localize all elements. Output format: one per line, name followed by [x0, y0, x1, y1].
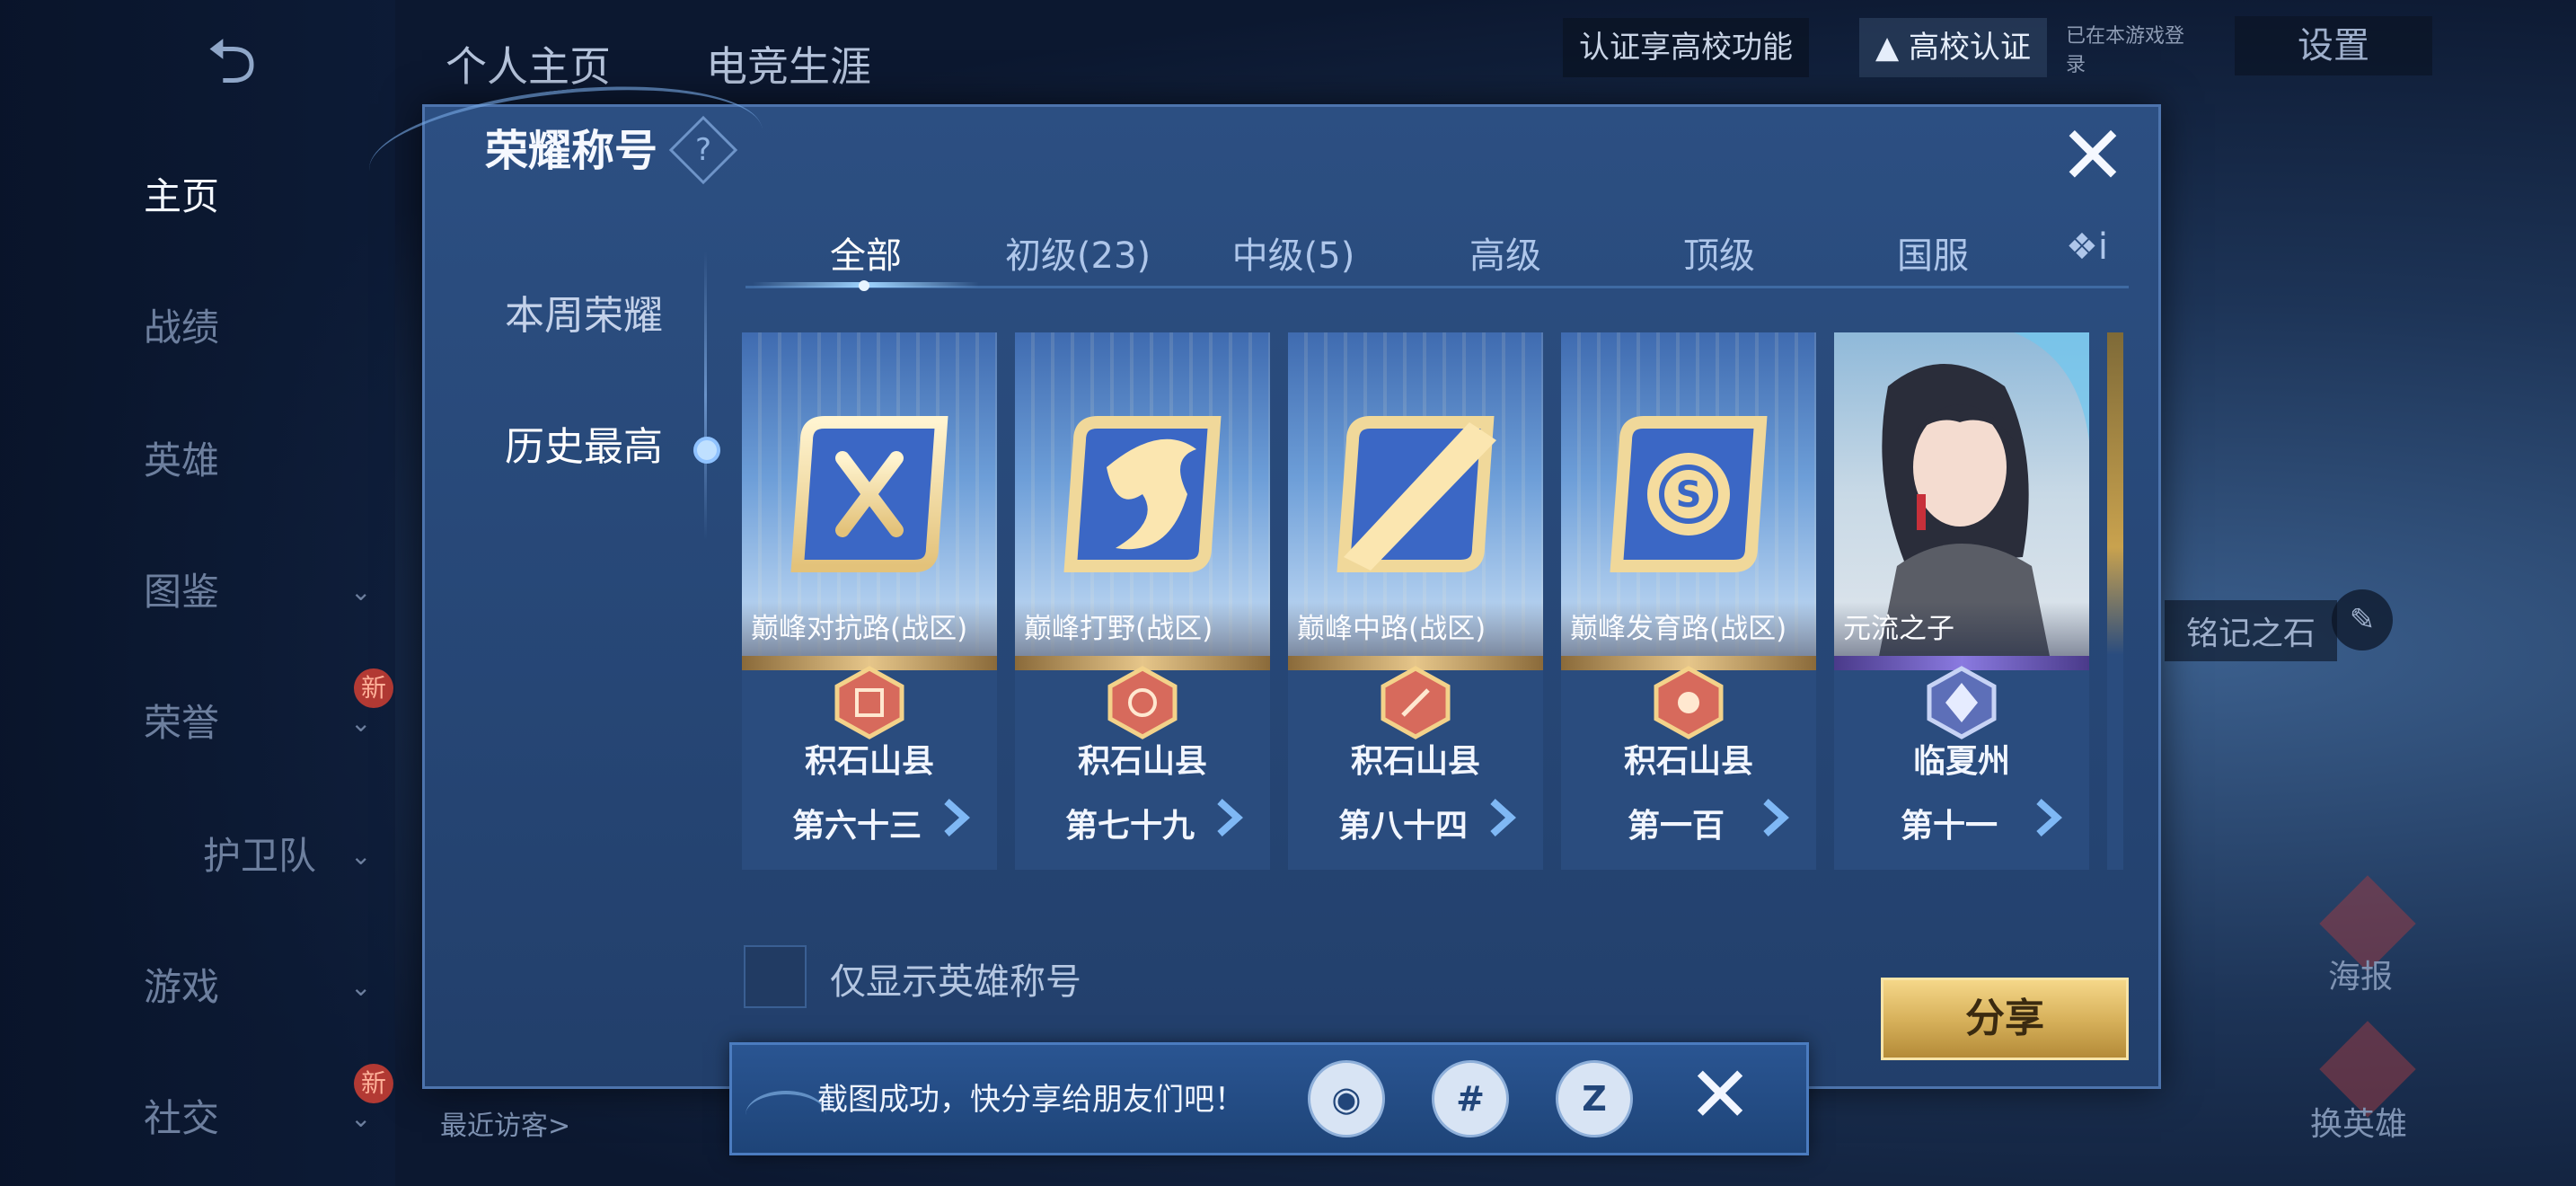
toast-close-icon[interactable]: ✕ — [1681, 1057, 1759, 1134]
nav-item-label: 主页 — [144, 174, 220, 218]
card-title-name: 巅峰发育路(战区) — [1561, 602, 1816, 656]
chevron-down-icon: ⌄ — [350, 972, 372, 1002]
nav-item-label: 游戏 — [144, 965, 220, 1009]
active-tab-marker-icon — [693, 437, 720, 464]
nav-item-guard-team[interactable]: 护卫队 ⌄ — [203, 825, 437, 888]
campus-cert-prompt: 认证享高校功能 — [1563, 18, 1809, 77]
badge-icon — [834, 666, 904, 739]
tab-junior[interactable]: 初级(23) — [988, 226, 1168, 279]
toast-swirl-decoration — [745, 1091, 826, 1139]
card-rank: 第七十九 — [1064, 808, 1195, 845]
title-card[interactable]: 巅峰中路(战区) 积石山县 第八十四 — [1288, 332, 1543, 870]
sword-emblem-icon — [790, 416, 948, 572]
wechat-icon[interactable]: # — [1432, 1060, 1509, 1137]
nav-item-games[interactable]: 游戏 ⌄ — [144, 956, 377, 1019]
hero-titles-only-checkbox[interactable] — [744, 945, 807, 1008]
chevron-right-icon[interactable] — [1484, 798, 1520, 837]
tab-esports-career[interactable]: 电竞生涯 — [706, 34, 871, 93]
poster-label: 海报 — [2328, 959, 2394, 996]
nav-item-social[interactable]: 社交 ⌄ — [144, 1087, 377, 1150]
card-title-name: 巅峰中路(战区) — [1288, 602, 1543, 656]
title-card[interactable]: 巅峰对抗路(战区) 积石山县 第六十三 — [742, 332, 997, 870]
tab-senior[interactable]: 高级 — [1416, 226, 1595, 279]
inscription-stone-label[interactable]: 铭记之石 — [2165, 600, 2338, 661]
nav-item-record[interactable]: 战绩 — [144, 296, 377, 359]
side-tab-label: 历史最高 — [505, 424, 663, 470]
share-label: 分享 — [1965, 996, 2044, 1041]
card-title-name: 巅峰打野(战区) — [1015, 602, 1270, 656]
card-rank: 第八十四 — [1337, 808, 1468, 845]
nav-item-label: 英雄 — [144, 438, 220, 482]
chevron-down-icon: ⌄ — [350, 577, 372, 606]
card-rank: 第十一 — [1900, 808, 1998, 845]
badge-icon — [1381, 666, 1451, 739]
change-hero-label: 换英雄 — [2310, 1106, 2408, 1143]
nav-item-label: 荣誉 — [144, 701, 220, 745]
new-badge: 新 — [354, 1064, 393, 1103]
qq-icon[interactable]: ◉ — [1308, 1060, 1385, 1137]
nav-item-label: 图鉴 — [144, 570, 220, 614]
campus-cert-label: 高校认证 — [1908, 30, 2031, 66]
new-badge: 新 — [354, 668, 393, 708]
card-title-name: 元流之子 — [1834, 602, 2089, 656]
card-title-name: 巅峰对抗路(战区) — [742, 602, 997, 656]
tab-intermediate[interactable]: 中级(5) — [1204, 226, 1383, 279]
share-button[interactable]: 分享 — [1881, 978, 2129, 1060]
side-divider — [704, 252, 707, 539]
side-tab-this-week[interactable]: 本周荣耀 — [467, 280, 701, 352]
online-status: 已在本游戏登录 — [2066, 25, 2185, 76]
svg-text:S: S — [1676, 474, 1702, 516]
campus-cert-button[interactable]: ▲ 高校认证 — [1859, 18, 2047, 77]
title-card[interactable]: 巅峰打野(战区) 积石山县 第七十九 — [1015, 332, 1270, 870]
badge-icon — [1927, 666, 1997, 739]
card-region: 积石山县 — [804, 743, 934, 780]
toast-message: 截图成功，快分享给朋友们吧！ — [817, 1082, 1245, 1118]
nav-item-home[interactable]: 主页 — [144, 165, 377, 228]
title-card[interactable]: 元流之子 临夏州 第十一 — [1834, 332, 2089, 870]
chevron-right-icon[interactable] — [1211, 798, 1247, 837]
tab-top[interactable]: 顶级 — [1629, 226, 1809, 279]
close-icon[interactable]: ✕ — [2057, 116, 2129, 197]
nav-item-honor[interactable]: 荣誉 ⌄ — [144, 692, 377, 755]
card-region: 积石山县 — [1623, 743, 1753, 780]
badge-icon — [1107, 666, 1178, 739]
qzone-icon[interactable]: Z — [1556, 1060, 1633, 1137]
modal-title: 荣耀称号 — [485, 126, 658, 176]
nav-item-label: 护卫队 — [203, 834, 317, 878]
side-tab-all-time-best[interactable]: 历史最高 — [467, 412, 701, 483]
settings-label: 设置 — [2298, 25, 2369, 66]
campus-icon: ▲ — [1875, 30, 1909, 66]
chevron-right-icon[interactable] — [2030, 798, 2066, 837]
card-region: 临夏州 — [1912, 743, 2010, 780]
title-card[interactable]: S 巅峰发育路(战区) 积石山县 第一百 — [1561, 332, 1816, 870]
nav-item-label: 社交 — [144, 1096, 220, 1140]
card-region: 积石山县 — [1077, 743, 1207, 780]
tab-profile[interactable]: 个人主页 — [446, 34, 611, 93]
card-rank: 第一百 — [1627, 808, 1725, 845]
settings-button[interactable]: 设置 — [2235, 16, 2432, 75]
card-region: 积石山县 — [1350, 743, 1480, 780]
slash-emblem-icon — [1337, 416, 1496, 572]
chevron-right-icon[interactable] — [938, 798, 974, 837]
nav-item-codex[interactable]: 图鉴 ⌄ — [144, 561, 377, 624]
edit-icon[interactable]: ✎ — [2332, 589, 2393, 651]
back-arrow-icon[interactable]: ⮌ — [207, 30, 314, 93]
category-active-dot-icon — [859, 280, 869, 291]
tab-national[interactable]: 国服 — [1843, 226, 2023, 279]
checkbox-label: 仅显示英雄称号 — [830, 961, 1081, 1003]
nav-item-label: 战绩 — [144, 305, 220, 350]
card-rank: 第六十三 — [791, 808, 922, 845]
nav-item-heroes[interactable]: 英雄 — [144, 429, 377, 492]
side-tab-label: 本周荣耀 — [505, 293, 663, 339]
tab-more[interactable]: ❖i — [2066, 226, 2120, 268]
chevron-down-icon: ⌄ — [350, 841, 372, 871]
tab-all[interactable]: 全部 — [776, 226, 956, 279]
chevron-right-icon[interactable] — [1757, 798, 1793, 837]
coin-emblem-icon: S — [1610, 416, 1768, 572]
dragon-emblem-icon — [1063, 416, 1222, 572]
next-card-edge[interactable] — [2107, 332, 2123, 870]
recent-visitors-link[interactable]: 最近访客> — [440, 1103, 570, 1143]
badge-icon — [1654, 666, 1724, 739]
